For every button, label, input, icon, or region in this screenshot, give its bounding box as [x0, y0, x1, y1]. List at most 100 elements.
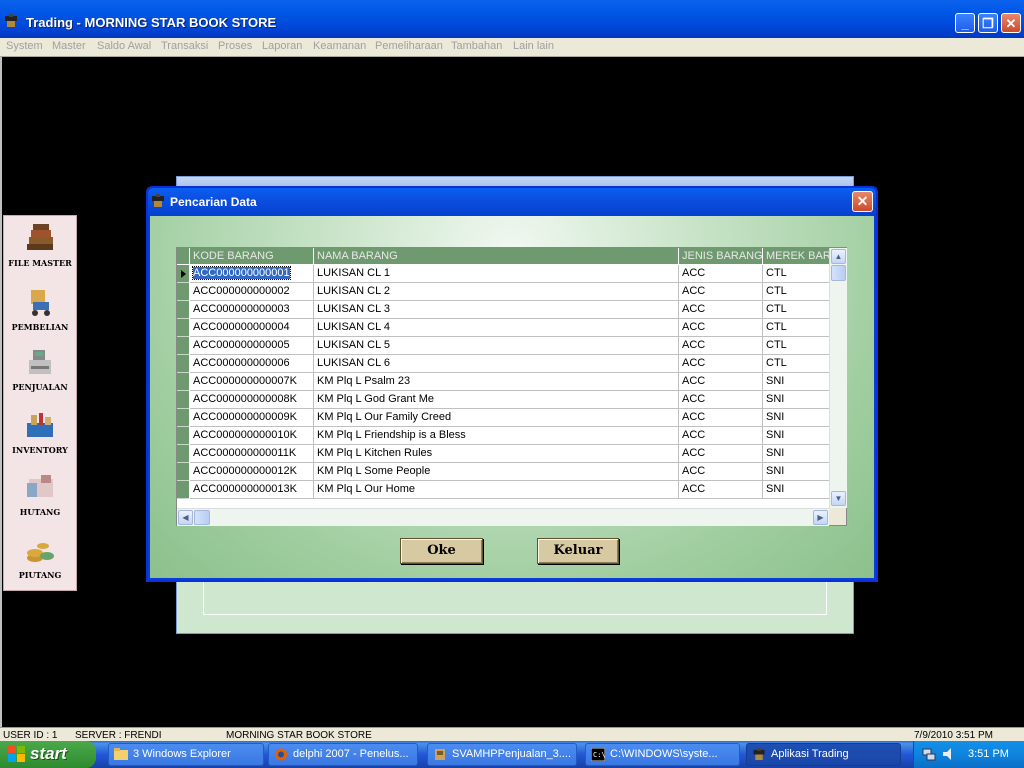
cell-jenis[interactable]: ACC	[679, 355, 763, 373]
menu-master[interactable]: Master	[52, 40, 86, 52]
cell-merek[interactable]: SNI	[763, 427, 833, 445]
cell-jenis[interactable]: ACC	[679, 409, 763, 427]
cell-merek[interactable]: SNI	[763, 481, 833, 499]
cell-merek[interactable]: SNI	[763, 373, 833, 391]
cell-kode[interactable]: ACC000000000005	[190, 337, 314, 355]
cell-merek[interactable]: SNI	[763, 391, 833, 409]
cell-nama[interactable]: KM Plq L Kitchen Rules	[314, 445, 679, 463]
tool-hutang[interactable]: HUTANG	[4, 471, 76, 517]
row-indicator[interactable]	[177, 337, 189, 355]
cell-merek[interactable]: CTL	[763, 301, 833, 319]
row-indicator[interactable]	[177, 409, 189, 427]
cell-kode[interactable]: ACC000000000012K	[190, 463, 314, 481]
cell-merek[interactable]: CTL	[763, 283, 833, 301]
exit-button[interactable]: Keluar	[537, 538, 619, 564]
row-indicator[interactable]	[177, 391, 189, 409]
scroll-right-icon[interactable]: ▶	[813, 510, 828, 525]
cell-jenis[interactable]: ACC	[679, 319, 763, 337]
cell-kode[interactable]: ACC000000000009K	[190, 409, 314, 427]
cell-merek[interactable]: CTL	[763, 337, 833, 355]
menu-tambahan[interactable]: Tambahan	[451, 40, 502, 52]
cell-kode[interactable]: ACC000000000001	[190, 265, 314, 283]
menu-pemeliharaan[interactable]: Pemeliharaan	[375, 40, 443, 52]
dialog-close-button[interactable]: ✕	[852, 191, 873, 212]
restore-button[interactable]: ❐	[978, 13, 998, 33]
cell-merek[interactable]: CTL	[763, 355, 833, 373]
task-windows-explorer[interactable]: 3 Windows Explorer	[108, 743, 264, 766]
cell-kode[interactable]: ACC000000000008K	[190, 391, 314, 409]
row-indicator[interactable]	[177, 301, 189, 319]
cell-jenis[interactable]: ACC	[679, 427, 763, 445]
tool-pembelian[interactable]: PEMBELIAN	[4, 286, 76, 332]
cell-kode[interactable]: ACC000000000007K	[190, 373, 314, 391]
main-titlebar[interactable]: Trading - MORNING STAR BOOK STORE _ ❐ ✕	[0, 0, 1024, 38]
scroll-left-icon[interactable]: ◀	[178, 510, 193, 525]
menu-proses[interactable]: Proses	[218, 40, 252, 52]
cell-nama[interactable]: LUKISAN CL 3	[314, 301, 679, 319]
row-indicator[interactable]	[177, 283, 189, 301]
cell-jenis[interactable]: ACC	[679, 265, 763, 283]
row-indicator[interactable]	[177, 427, 189, 445]
task-delphi[interactable]: delphi 2007 - Penelus...	[268, 743, 418, 766]
ok-button[interactable]: Oke	[400, 538, 483, 564]
horizontal-scroll-thumb[interactable]	[194, 510, 210, 525]
cell-jenis[interactable]: ACC	[679, 463, 763, 481]
row-indicator[interactable]	[177, 445, 189, 463]
network-icon[interactable]	[922, 747, 936, 761]
scroll-up-icon[interactable]: ▲	[831, 249, 846, 264]
cell-nama[interactable]: LUKISAN CL 4	[314, 319, 679, 337]
tool-inventory[interactable]: INVENTORY	[4, 409, 76, 455]
cell-nama[interactable]: KM Plq L Our Home	[314, 481, 679, 499]
cell-nama[interactable]: LUKISAN CL 6	[314, 355, 679, 373]
close-button[interactable]: ✕	[1001, 13, 1021, 33]
menu-laporan[interactable]: Laporan	[262, 40, 302, 52]
menu-lain-lain[interactable]: Lain lain	[513, 40, 554, 52]
cell-kode[interactable]: ACC000000000013K	[190, 481, 314, 499]
vertical-scroll-thumb[interactable]	[831, 265, 846, 281]
cell-jenis[interactable]: ACC	[679, 445, 763, 463]
start-button[interactable]: start	[0, 741, 96, 768]
cell-jenis[interactable]: ACC	[679, 481, 763, 499]
cell-kode[interactable]: ACC000000000010K	[190, 427, 314, 445]
cell-jenis[interactable]: ACC	[679, 301, 763, 319]
cell-merek[interactable]: CTL	[763, 319, 833, 337]
vertical-scrollbar[interactable]: ▲ ▼	[829, 248, 847, 508]
menu-system[interactable]: System	[6, 40, 43, 52]
cell-kode[interactable]: ACC000000000011K	[190, 445, 314, 463]
cell-jenis[interactable]: ACC	[679, 337, 763, 355]
cell-merek[interactable]: CTL	[763, 265, 833, 283]
tool-file-master[interactable]: FILE MASTER	[4, 222, 76, 268]
cell-merek[interactable]: SNI	[763, 445, 833, 463]
dialog-titlebar[interactable]: Pencarian Data ✕	[148, 188, 876, 216]
cell-kode[interactable]: ACC000000000002	[190, 283, 314, 301]
cell-jenis[interactable]: ACC	[679, 373, 763, 391]
menu-keamanan[interactable]: Keamanan	[313, 40, 366, 52]
cell-nama[interactable]: LUKISAN CL 1	[314, 265, 679, 283]
cell-nama[interactable]: KM Plq L Psalm 23	[314, 373, 679, 391]
scroll-down-icon[interactable]: ▼	[831, 491, 846, 506]
task-cmd[interactable]: C:\ C:\WINDOWS\syste...	[585, 743, 740, 766]
menu-transaksi[interactable]: Transaksi	[161, 40, 208, 52]
minimize-button[interactable]: _	[955, 13, 975, 33]
column-header-merek[interactable]: MEREK BAR	[763, 248, 833, 265]
column-header-nama[interactable]: NAMA BARANG	[314, 248, 679, 265]
cell-kode[interactable]: ACC000000000006	[190, 355, 314, 373]
row-indicator[interactable]	[177, 319, 189, 337]
row-indicator[interactable]	[177, 373, 189, 391]
cell-jenis[interactable]: ACC	[679, 283, 763, 301]
tool-penjualan[interactable]: PENJUALAN	[4, 346, 76, 392]
cell-nama[interactable]: KM Plq L Some People	[314, 463, 679, 481]
row-indicator[interactable]	[177, 265, 189, 283]
cell-nama[interactable]: LUKISAN CL 2	[314, 283, 679, 301]
cell-merek[interactable]: SNI	[763, 463, 833, 481]
cell-kode[interactable]: ACC000000000003	[190, 301, 314, 319]
cell-nama[interactable]: KM Plq L Our Family Creed	[314, 409, 679, 427]
horizontal-scrollbar[interactable]: ◀ ▶	[177, 508, 829, 526]
data-grid[interactable]: KODE BARANG NAMA BARANG JENIS BARANG MER…	[176, 247, 847, 526]
column-header-jenis[interactable]: JENIS BARANG	[679, 248, 763, 265]
cell-nama[interactable]: LUKISAN CL 5	[314, 337, 679, 355]
row-indicator[interactable]	[177, 355, 189, 373]
volume-icon[interactable]	[942, 747, 956, 761]
column-header-kode[interactable]: KODE BARANG	[190, 248, 314, 265]
cell-nama[interactable]: KM Plq L Friendship is a Bless	[314, 427, 679, 445]
